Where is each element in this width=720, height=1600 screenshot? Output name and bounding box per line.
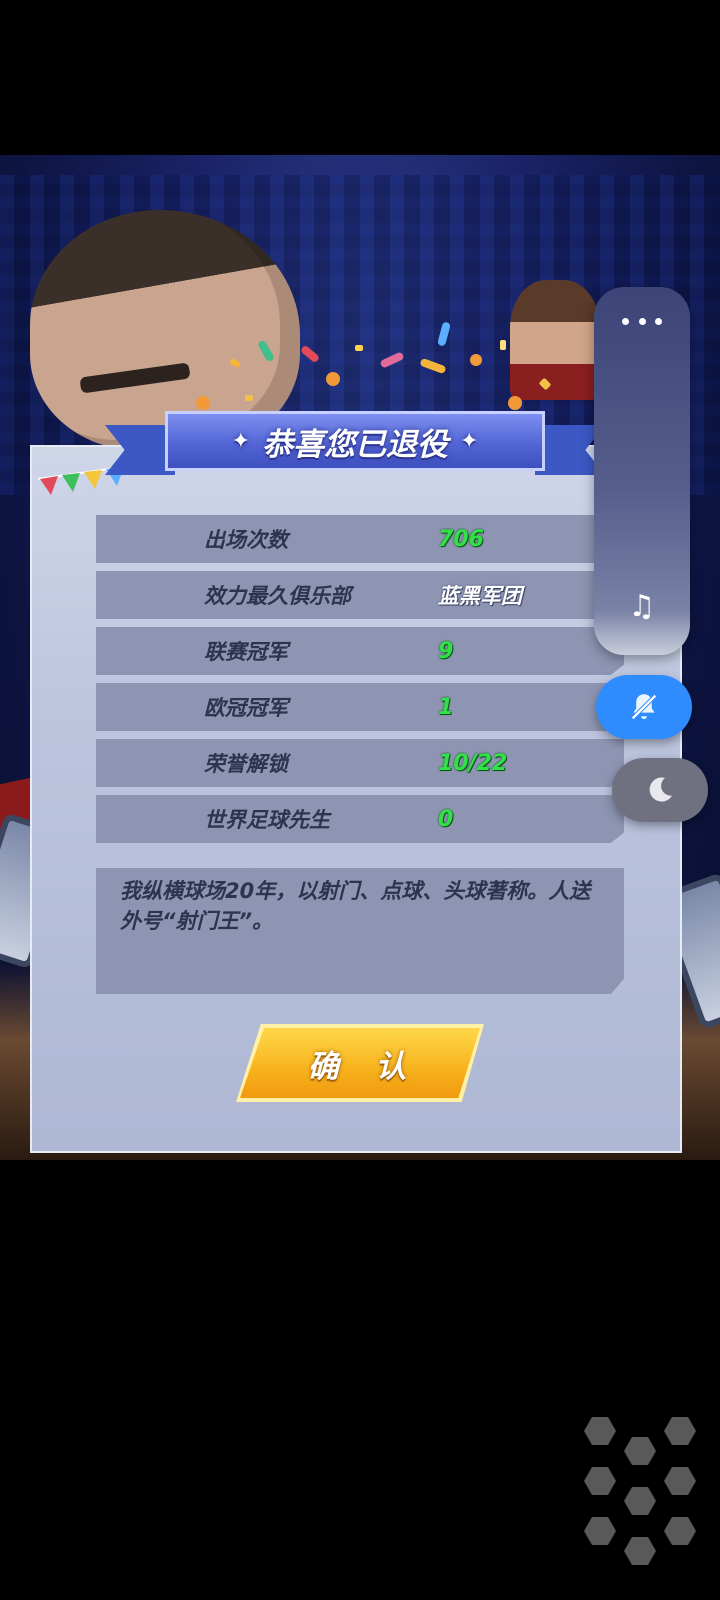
stat-value: 706	[438, 526, 484, 552]
stat-row-champions-league: 欧冠冠军 1	[96, 683, 624, 731]
stat-row-world-player: 世界足球先生 0	[96, 795, 624, 843]
career-stats-list: 出场次数 706 效力最久俱乐部 蓝黑军团 联赛冠军 9 欧冠冠军 1 荣誉解锁…	[96, 515, 624, 851]
stat-row-appearances: 出场次数 706	[96, 515, 624, 563]
stat-label: 出场次数	[204, 528, 288, 552]
sparkle-icon: ✦	[460, 428, 479, 454]
confirm-button[interactable]: 确 认	[240, 1028, 480, 1098]
stat-value: 蓝黑军团	[438, 584, 522, 608]
stat-label: 效力最久俱乐部	[204, 584, 351, 608]
stat-value: 9	[438, 638, 454, 664]
career-bio: 我纵横球场20年，以射门、点球、头球著称。人送外号“射门王”。	[96, 868, 624, 994]
bell-muted-icon	[631, 694, 657, 720]
stat-label: 欧冠冠军	[204, 696, 288, 720]
stat-value: 0	[438, 806, 454, 832]
stat-row-longest-club: 效力最久俱乐部 蓝黑军团	[96, 571, 624, 619]
banner-plate: ✦ 恭喜您已退役 ✦	[165, 411, 545, 471]
dialog-title: 恭喜您已退役	[262, 426, 448, 463]
stat-label: 联赛冠军	[204, 640, 288, 664]
moon-icon	[649, 777, 673, 802]
game-screen: ✦ 恭喜您已退役 ✦ 出场次数 706 效力最久俱乐部 蓝黑军团 联赛冠军 9 …	[0, 0, 720, 1600]
title-banner: ✦ 恭喜您已退役 ✦	[105, 405, 605, 485]
stat-label: 世界足球先生	[204, 808, 330, 832]
celebrating-player	[510, 280, 600, 400]
stat-row-honors-unlocked: 荣誉解锁 10/22	[96, 739, 624, 787]
hexagon-pattern	[584, 1417, 696, 1565]
sparkle-icon: ✦	[231, 428, 250, 454]
mute-button[interactable]	[596, 675, 692, 739]
stat-row-league-titles: 联赛冠军 9	[96, 627, 624, 675]
night-mode-button[interactable]	[612, 758, 708, 822]
music-note-icon[interactable]: ♫	[622, 587, 662, 627]
stat-value: 10/22	[438, 750, 508, 776]
floating-side-panel: ♫	[594, 287, 690, 655]
stat-value: 1	[438, 694, 454, 720]
stat-label: 荣誉解锁	[204, 752, 288, 776]
more-dots-icon[interactable]	[622, 309, 662, 333]
